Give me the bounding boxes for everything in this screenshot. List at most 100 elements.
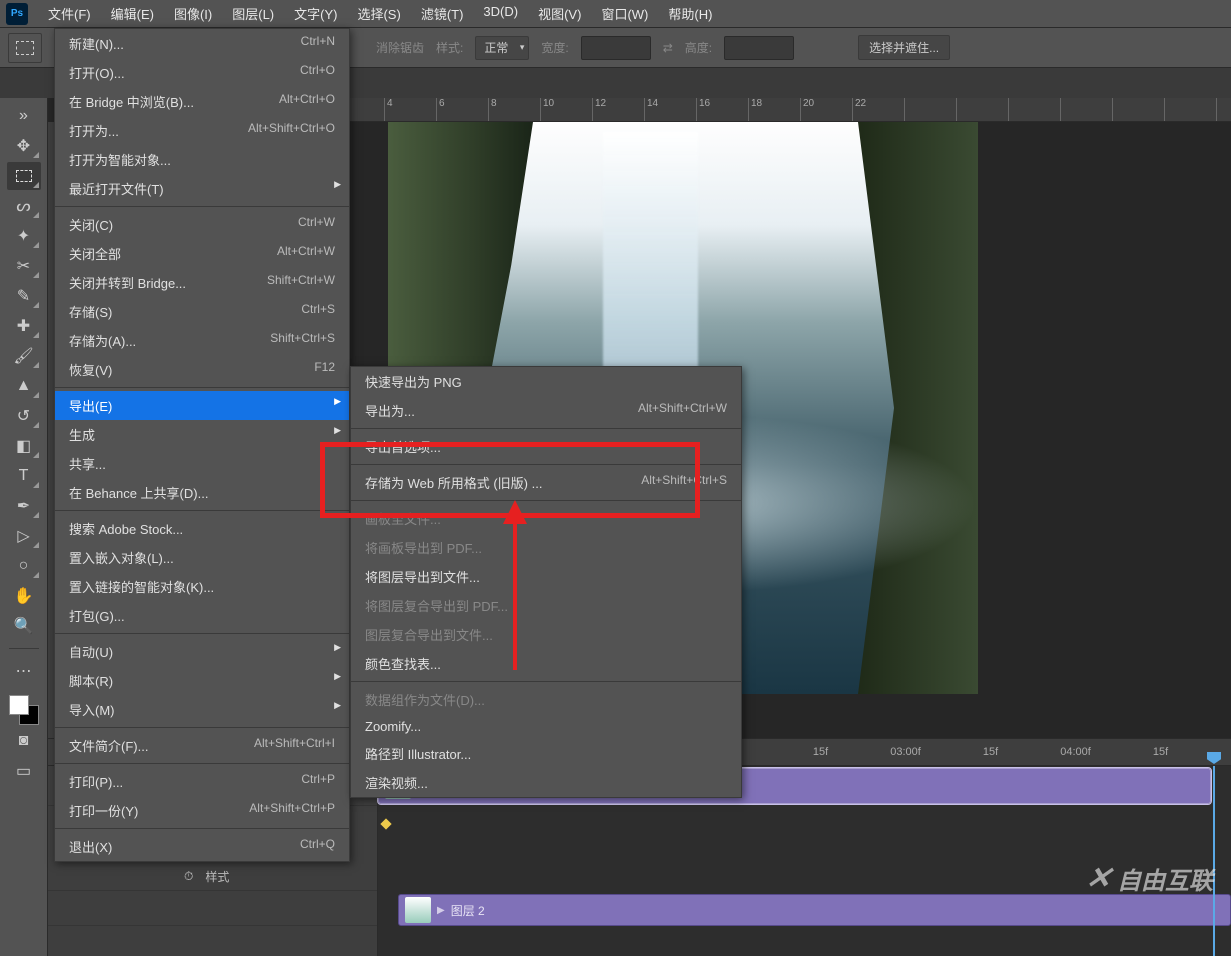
clone-stamp-tool[interactable]: ▲ [7, 372, 41, 400]
menubar: Ps 文件(F)编辑(E)图像(I)图层(L)文字(Y)选择(S)滤镜(T)3D… [0, 0, 1231, 28]
menu-item[interactable]: 生成 [55, 420, 349, 449]
menu-item[interactable]: 导入(M) [55, 695, 349, 724]
menu-item[interactable]: 脚本(R) [55, 666, 349, 695]
menu-item[interactable]: 共享... [55, 449, 349, 478]
menu-item[interactable]: 新建(N)...Ctrl+N [55, 29, 349, 58]
menu-item[interactable]: 编辑(E) [101, 0, 164, 27]
submenu-item[interactable]: 颜色查找表... [351, 649, 741, 678]
color-swatches[interactable] [9, 695, 39, 725]
menu-item[interactable]: 关闭并转到 Bridge...Shift+Ctrl+W [55, 268, 349, 297]
ruler-tick: 14 [644, 98, 696, 121]
antialias-label: 消除锯齿 [376, 39, 424, 56]
ruler-tick [904, 98, 956, 121]
menu-item[interactable]: 打开为智能对象... [55, 145, 349, 174]
menu-item[interactable]: 图层(L) [222, 0, 284, 27]
file-menu-dropdown: 新建(N)...Ctrl+N打开(O)...Ctrl+O在 Bridge 中浏览… [54, 28, 350, 862]
menu-item[interactable]: 打印一份(Y)Alt+Shift+Ctrl+P [55, 796, 349, 825]
menu-item[interactable]: 打开(O)...Ctrl+O [55, 58, 349, 87]
history-brush-tool[interactable]: ↺ [7, 402, 41, 430]
time-tick: 15f [778, 746, 863, 758]
time-tick: 03:00f [863, 746, 948, 758]
type-tool[interactable]: T [7, 462, 41, 490]
timeline-clip[interactable]: ▶ 图层 2 [398, 894, 1231, 926]
move-tool[interactable]: ✥ [7, 132, 41, 160]
submenu-item[interactable]: 导出为...Alt+Shift+Ctrl+W [351, 396, 741, 425]
select-and-mask-button[interactable]: 选择并遮住... [858, 35, 950, 60]
ruler-tick [956, 98, 1008, 121]
submenu-item[interactable]: 渲染视频... [351, 768, 741, 797]
export-submenu: 快速导出为 PNG导出为...Alt+Shift+Ctrl+W 导出首选项... 存… [350, 366, 742, 798]
foreground-color[interactable] [9, 695, 29, 715]
menu-item[interactable]: 选择(S) [347, 0, 410, 27]
tool-preset-icon[interactable] [8, 33, 42, 63]
magic-wand-tool[interactable]: ✦ [7, 222, 41, 250]
menu-item[interactable]: 置入嵌入对象(L)... [55, 543, 349, 572]
menu-item[interactable]: 打开为...Alt+Shift+Ctrl+O [55, 116, 349, 145]
menu-item[interactable]: 关闭全部Alt+Ctrl+W [55, 239, 349, 268]
crop-tool[interactable]: ✂ [7, 252, 41, 280]
brush-tool[interactable]: 🖌 [7, 342, 41, 370]
menu-item[interactable]: 存储(S)Ctrl+S [55, 297, 349, 326]
menu-item[interactable]: 关闭(C)Ctrl+W [55, 210, 349, 239]
playhead[interactable] [1213, 766, 1215, 956]
hand-tool[interactable]: ✋ [7, 582, 41, 610]
menu-item[interactable]: 滤镜(T) [411, 0, 474, 27]
style-label: 样式: [436, 39, 463, 56]
menu-item[interactable]: 退出(X)Ctrl+Q [55, 832, 349, 861]
stopwatch-icon[interactable]: ⏱ [184, 869, 193, 884]
submenu-item: 数据组作为文件(D)... [351, 685, 741, 714]
submenu-item: 图层复合导出到文件... [351, 620, 741, 649]
pen-tool[interactable]: ✒ [7, 492, 41, 520]
healing-brush-tool[interactable]: ✚ [7, 312, 41, 340]
menu-item[interactable]: 文字(Y) [284, 0, 347, 27]
style-dropdown[interactable]: 正常 [475, 36, 529, 60]
keyframe-marker[interactable] [380, 818, 391, 829]
path-selection-tool[interactable]: ▷ [7, 522, 41, 550]
submenu-item[interactable]: 将图层导出到文件... [351, 562, 741, 591]
collapse-icon[interactable]: » [7, 102, 41, 130]
menu-item[interactable]: 文件简介(F)...Alt+Shift+Ctrl+I [55, 731, 349, 760]
menu-item[interactable]: 在 Bridge 中浏览(B)...Alt+Ctrl+O [55, 87, 349, 116]
shape-tool[interactable]: ○ [7, 552, 41, 580]
toolbox: » ✥ ᔕ ✦ ✂ ✎ ✚ 🖌 ▲ ↺ ◧ T ✒ ▷ ○ ✋ 🔍 ⋯ ◙ ▭ [0, 98, 48, 956]
style-property-row[interactable]: ⏱ 样式 [48, 862, 377, 890]
menu-item[interactable]: 最近打开文件(T) [55, 174, 349, 203]
ruler-tick [1216, 98, 1231, 121]
menu-item[interactable]: 导出(E) [55, 391, 349, 420]
eraser-tool[interactable]: ◧ [7, 432, 41, 460]
marquee-tool[interactable] [7, 162, 41, 190]
menu-item[interactable]: 在 Behance 上共享(D)... [55, 478, 349, 507]
timeline-layer-row[interactable] [48, 890, 377, 926]
quick-mask-icon[interactable]: ◙ [7, 727, 41, 755]
menu-item[interactable]: 自动(U) [55, 637, 349, 666]
submenu-item[interactable]: 存储为 Web 所用格式 (旧版) ...Alt+Shift+Ctrl+S [351, 468, 741, 497]
edit-toolbar-icon[interactable]: ⋯ [7, 657, 41, 685]
zoom-tool[interactable]: 🔍 [7, 612, 41, 640]
ruler-tick: 8 [488, 98, 540, 121]
swap-icon[interactable]: ⇄ [663, 41, 673, 55]
menu-item[interactable]: 窗口(W) [591, 0, 658, 27]
submenu-item[interactable]: Zoomify... [351, 714, 741, 739]
menu-item[interactable]: 图像(I) [164, 0, 222, 27]
ruler-tick: 6 [436, 98, 488, 121]
ruler-tick: 12 [592, 98, 644, 121]
menu-item[interactable]: 打印(P)...Ctrl+P [55, 767, 349, 796]
screen-mode-icon[interactable]: ▭ [7, 757, 41, 785]
ruler-tick [1060, 98, 1112, 121]
menu-item[interactable]: 视图(V) [528, 0, 591, 27]
menu-item[interactable]: 搜索 Adobe Stock... [55, 514, 349, 543]
submenu-item[interactable]: 导出首选项... [351, 432, 741, 461]
style-label: 样式 [205, 868, 229, 885]
menu-item[interactable]: 置入链接的智能对象(K)... [55, 572, 349, 601]
menu-item[interactable]: 打包(G)... [55, 601, 349, 630]
menu-item[interactable]: 3D(D) [473, 0, 528, 27]
menu-item[interactable]: 存储为(A)...Shift+Ctrl+S [55, 326, 349, 355]
clip-label: 图层 2 [451, 902, 485, 919]
menu-item[interactable]: 帮助(H) [658, 0, 722, 27]
menu-item[interactable]: 文件(F) [38, 0, 101, 27]
submenu-item[interactable]: 快速导出为 PNG [351, 367, 741, 396]
submenu-item[interactable]: 路径到 Illustrator... [351, 739, 741, 768]
menu-item[interactable]: 恢复(V)F12 [55, 355, 349, 384]
eyedropper-tool[interactable]: ✎ [7, 282, 41, 310]
lasso-tool[interactable]: ᔕ [7, 192, 41, 220]
